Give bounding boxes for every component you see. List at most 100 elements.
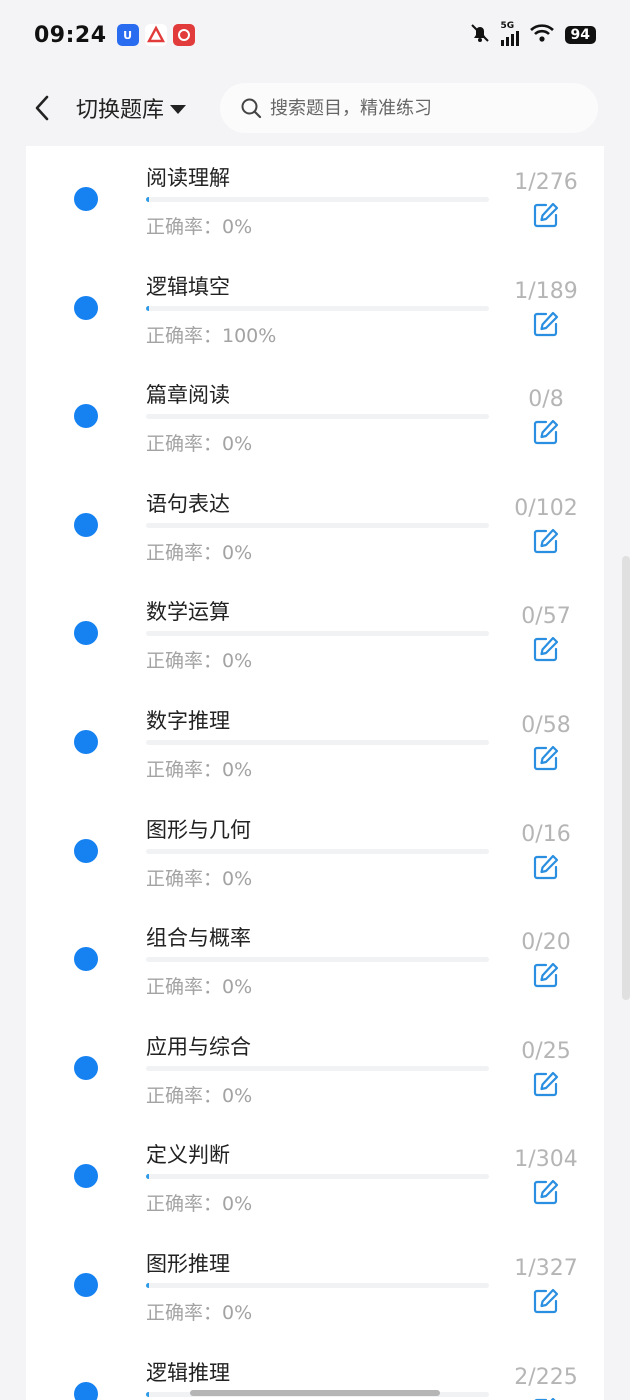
edit-button[interactable] xyxy=(532,1070,560,1098)
search-box[interactable] xyxy=(220,83,599,133)
status-dot-icon xyxy=(74,621,98,646)
question-count: 1/327 xyxy=(514,1256,578,1281)
edit-button[interactable] xyxy=(532,1396,560,1400)
category-title: 图形推理 xyxy=(146,1252,230,1276)
list-item[interactable]: 语句表达 正确率：0% 0/102 xyxy=(26,472,604,581)
switch-bank-dropdown[interactable]: 切换题库 xyxy=(76,92,187,124)
question-count: 2/225 xyxy=(514,1364,578,1390)
edit-button[interactable] xyxy=(532,418,560,446)
edit-icon xyxy=(533,745,559,771)
question-count: 0/58 xyxy=(521,713,571,738)
list-item[interactable]: 篇章阅读正确率：0% 0/8 xyxy=(26,363,604,472)
category-title: 数学运算 xyxy=(146,600,230,625)
list-item[interactable]: 数字推理正确率：0% 0/58 xyxy=(26,689,604,798)
network-type: 5G xyxy=(500,21,515,31)
category-title: 数字推理 xyxy=(146,709,230,733)
edit-button[interactable] xyxy=(532,527,560,555)
edit-button[interactable] xyxy=(532,961,560,989)
category-title: 组合与概率 xyxy=(146,926,251,951)
status-bar: 09:24 U 5G 94 xyxy=(0,0,630,70)
question-count: 0/20 xyxy=(521,930,571,956)
question-count: 0/25 xyxy=(521,1038,571,1064)
question-count: 0/57 xyxy=(521,604,571,630)
list-item[interactable]: 图形推理正确率：0% 1/327 xyxy=(26,1232,604,1341)
status-dot-icon xyxy=(74,838,98,863)
edit-icon xyxy=(534,1397,556,1400)
question-count: 0/8 xyxy=(528,387,564,413)
edit-icon xyxy=(533,202,559,228)
status-time: 09:24 xyxy=(34,22,107,48)
progress-bar xyxy=(146,414,489,420)
edit-button[interactable] xyxy=(532,853,560,881)
search-icon xyxy=(241,98,262,119)
accuracy-text: 正确率：0% xyxy=(146,1193,253,1216)
edit-button[interactable] xyxy=(532,201,560,229)
progress-bar xyxy=(146,1065,489,1071)
edit-button[interactable] xyxy=(532,1287,560,1315)
accuracy-text: 正确率：0% xyxy=(146,759,253,781)
edit-icon xyxy=(533,1288,559,1314)
accuracy-text: 正确率：0% xyxy=(146,1084,253,1107)
accuracy-text: 正确率：0% xyxy=(146,216,253,238)
top-nav-bar: 切换题库 xyxy=(0,70,630,146)
progress-bar xyxy=(146,957,489,963)
edit-icon xyxy=(533,311,559,336)
list-item[interactable]: 数学运算正确率：0% 0/57 xyxy=(26,580,604,689)
triangle-app-icon xyxy=(144,24,167,46)
shield-app-icon: U xyxy=(116,24,139,46)
edit-button[interactable] xyxy=(532,1178,560,1206)
edit-button[interactable] xyxy=(532,744,560,772)
edit-icon xyxy=(533,420,559,445)
progress-bar xyxy=(146,1174,489,1180)
progress-bar xyxy=(146,848,489,854)
edit-icon xyxy=(533,1180,559,1205)
accuracy-text: 正确率：0% xyxy=(146,541,253,564)
status-app-icons: U xyxy=(116,24,195,46)
category-title: 定义判断 xyxy=(146,1143,230,1168)
status-dot-icon xyxy=(74,295,98,320)
status-dot-icon xyxy=(74,730,98,754)
accuracy-text: 正确率：0% xyxy=(146,650,253,673)
search-input[interactable] xyxy=(270,97,571,119)
progress-bar xyxy=(146,740,489,745)
list-item[interactable]: 图形与几何正确率：0% 0/16 xyxy=(26,798,604,907)
status-dot-icon xyxy=(74,947,98,972)
progress-fill xyxy=(146,197,149,202)
caret-down-icon xyxy=(170,104,187,114)
progress-bar xyxy=(146,631,489,637)
category-title: 逻辑填空 xyxy=(146,274,230,299)
list-item[interactable]: 定义判断 正确率：0% 1/304 xyxy=(26,1123,604,1232)
progress-fill xyxy=(146,305,149,311)
back-button[interactable] xyxy=(22,88,62,128)
list-item[interactable]: 逻辑填空 正确率：100% 1/189 xyxy=(26,255,604,364)
progress-fill xyxy=(146,1283,149,1288)
edit-icon xyxy=(533,637,559,662)
edit-icon xyxy=(533,528,559,553)
status-dot-icon xyxy=(74,1055,98,1080)
edit-button[interactable] xyxy=(532,310,560,338)
accuracy-text: 正确率：0% xyxy=(146,433,253,456)
category-title: 篇章阅读 xyxy=(146,383,230,408)
home-indicator[interactable] xyxy=(190,1390,440,1396)
status-dot-icon xyxy=(74,1164,98,1189)
question-count: 0/16 xyxy=(521,821,571,847)
edit-button[interactable] xyxy=(532,635,560,663)
scrollbar[interactable] xyxy=(622,556,630,1000)
list-item[interactable]: 应用与综合 正确率：0% 0/25 xyxy=(26,1015,604,1124)
edit-icon xyxy=(533,854,559,879)
category-list: 阅读理解 正确率：0% 1/276 逻辑填空 正确率：100% 1/189 篇章阅读 正确率：… xyxy=(26,146,604,1400)
switch-bank-label: 切换题库 xyxy=(76,98,165,123)
progress-bar xyxy=(146,522,489,528)
progress-bar xyxy=(146,1283,489,1288)
list-item[interactable]: 组合与概率 正确率：0% 0/20 xyxy=(26,906,604,1015)
list-item[interactable]: 阅读理解 正确率：0% 1/276 xyxy=(26,146,604,255)
accuracy-text: 正确率：0% xyxy=(146,1302,253,1324)
status-dot-icon xyxy=(74,512,98,537)
battery-level: 94 xyxy=(564,26,596,44)
category-title: 逻辑推理 xyxy=(146,1360,230,1385)
mute-bell-icon xyxy=(469,22,491,48)
progress-bar xyxy=(146,305,489,311)
category-title: 图形与几何 xyxy=(146,817,251,842)
accuracy-text: 正确率：0% xyxy=(146,867,253,890)
edit-icon xyxy=(533,1071,559,1096)
